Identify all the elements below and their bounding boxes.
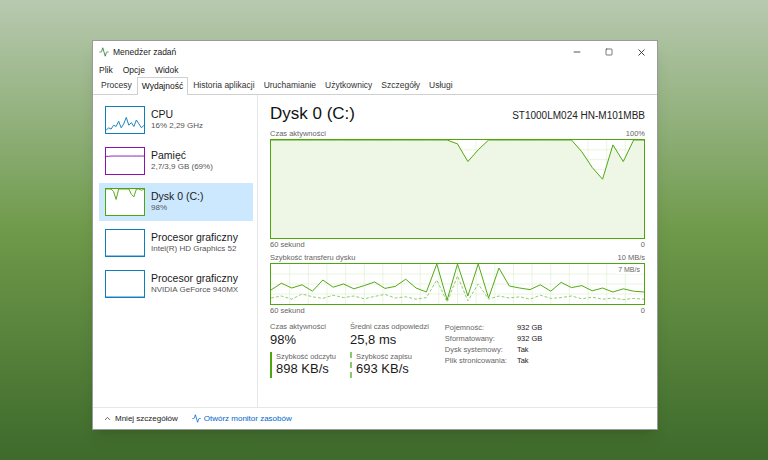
- property-label: Sformatowany:: [445, 333, 507, 344]
- sidebar-item-detail: Intel(R) HD Graphics 52: [151, 244, 238, 254]
- property-value: 932 GB: [517, 333, 542, 344]
- property-label: Dysk systemowy:: [445, 344, 507, 355]
- activity-graph-icon: [271, 140, 644, 238]
- detail-panel: Dysk 0 (C:) ST1000LM024 HN-M101MBB Czas ak…: [258, 95, 657, 407]
- stat-label: Średni czas odpowiedzi: [350, 322, 429, 331]
- stat: Czas aktywności98%: [270, 322, 336, 348]
- thumbnail-graph: [105, 147, 145, 175]
- transfer-chart: Szybkość transferu dysku 10 MB/s 7 MB/s 60 …: [270, 252, 645, 316]
- chart-grid: [271, 140, 644, 238]
- panel-title: Dysk 0 (C:): [270, 101, 355, 127]
- menu-item[interactable]: Plik: [99, 64, 113, 77]
- resource-monitor-link[interactable]: Otwórz monitor zasobów: [192, 413, 292, 425]
- thumbnail-graph: [105, 229, 145, 257]
- stat: Szybkość zapisu693 KB/s: [350, 352, 429, 378]
- stat: Średni czas odpowiedzi25,8 ms: [350, 322, 429, 348]
- sidebar-item-name: Procesor graficzny: [151, 272, 238, 285]
- sidebar-item-detail: NVIDIA GeForce 940MX: [151, 285, 238, 295]
- mini-graph-icon: [106, 271, 144, 297]
- thumbnail-graph: [105, 188, 145, 216]
- tab[interactable]: Użytkownicy: [321, 77, 376, 94]
- property-label: Plik stronicowania:: [445, 355, 507, 366]
- menu-item[interactable]: Opcje: [123, 64, 145, 77]
- stat-value: 693 KB/s: [356, 361, 429, 377]
- stat-label: Szybkość zapisu: [356, 352, 429, 361]
- tab[interactable]: Wydajność: [137, 77, 189, 95]
- mini-graph-icon: [106, 148, 144, 174]
- mini-graph-icon: [106, 107, 144, 133]
- menu-bar: Plik Opcje Widok: [93, 63, 657, 77]
- close-button[interactable]: [625, 41, 657, 63]
- sidebar: CPU16% 2,29 GHzPamięć2,7/3,9 GB (69%)Dys…: [93, 95, 258, 407]
- sidebar-item-name: Pamięć: [151, 149, 213, 162]
- sidebar-item[interactable]: Procesor graficznyNVIDIA GeForce 940MX: [99, 265, 253, 303]
- property-value: Tak: [517, 344, 542, 355]
- stat-label: Szybkość odczytu: [276, 352, 336, 361]
- chart-x-label: 60 sekund: [270, 305, 305, 316]
- activity-chart: Czas aktywności 100% 60 sekund 0: [270, 128, 645, 250]
- sidebar-item-name: Procesor graficzny: [151, 231, 238, 244]
- stat: Szybkość odczytu898 KB/s: [270, 352, 336, 378]
- chart-x-end: 0: [641, 305, 645, 316]
- stats-area: Czas aktywności98% Średni czas odpowiedzi…: [270, 318, 645, 377]
- app-icon: [99, 47, 109, 57]
- maximize-button[interactable]: [593, 41, 625, 63]
- sidebar-item-name: CPU: [151, 108, 203, 121]
- mini-graph-icon: [106, 230, 144, 256]
- stat-value: 25,8 ms: [350, 332, 429, 348]
- disk-model: ST1000LM024 HN-M101MBB: [512, 108, 645, 123]
- stat-label: Czas aktywności: [270, 322, 336, 331]
- sidebar-item[interactable]: Pamięć2,7/3,9 GB (69%): [99, 142, 253, 180]
- transfer-graph-icon: [271, 264, 644, 304]
- sidebar-item-name: Dysk 0 (C:): [151, 190, 204, 203]
- sidebar-item-detail: 16% 2,29 GHz: [151, 121, 203, 131]
- sidebar-item-detail: 2,7/3,9 GB (69%): [151, 162, 213, 172]
- window-title: Menedżer zadań: [113, 46, 176, 59]
- title-bar: Menedżer zadań: [93, 41, 657, 63]
- chart-title: Czas aktywności: [270, 128, 326, 139]
- stat-value: 98%: [270, 332, 336, 348]
- sidebar-item-detail: 98%: [151, 203, 204, 213]
- monitor-icon: [192, 414, 201, 423]
- desktop: Menedżer zadańPlikOpcjeWidokProcesyWydaj…: [0, 0, 768, 460]
- close-icon: [636, 47, 647, 58]
- chart-x-label: 60 sekund: [270, 239, 305, 250]
- chart-title: Szybkość transferu dysku: [270, 252, 355, 263]
- tab[interactable]: Historia aplikacji: [189, 77, 258, 94]
- menu-item[interactable]: Widok: [155, 64, 179, 77]
- property-value: 932 GB: [517, 322, 542, 333]
- less-details-button[interactable]: Mniej szczegółów: [103, 413, 178, 425]
- chart-max-label: 100%: [626, 128, 645, 139]
- maximize-icon: [605, 48, 613, 56]
- stat-value: 898 KB/s: [276, 361, 336, 377]
- tab[interactable]: Usługi: [425, 77, 457, 94]
- properties: Pojemność: 932 GB Sformatowany: 932 GB Dysk …: [445, 322, 543, 377]
- property-value: Tak: [517, 355, 542, 366]
- chart-grid: [271, 264, 644, 304]
- thumbnail-graph: [105, 270, 145, 298]
- mini-graph-icon: [106, 189, 144, 215]
- chart-max-label: 10 MB/s: [617, 252, 645, 263]
- chart-x-end: 0: [641, 239, 645, 250]
- tab-bar: ProcesyWydajnośćHistoria aplikacjiUrucha…: [93, 77, 657, 95]
- chevron-up-icon: [103, 414, 112, 423]
- footer: Mniej szczegółów Otwórz monitor zasobów: [93, 407, 657, 429]
- tab[interactable]: Procesy: [97, 77, 136, 94]
- chart-mark-label: 7 MB/s: [617, 265, 641, 274]
- tab[interactable]: Szczegóły: [377, 77, 424, 94]
- sidebar-item[interactable]: Procesor graficznyIntel(R) HD Graphics 5…: [99, 224, 253, 262]
- minimize-icon: [572, 47, 582, 57]
- sidebar-item[interactable]: Dysk 0 (C:)98%: [99, 183, 253, 221]
- tab[interactable]: Uruchamianie: [260, 77, 320, 94]
- thumbnail-graph: [105, 106, 145, 134]
- minimize-button[interactable]: [561, 41, 593, 63]
- sidebar-item[interactable]: CPU16% 2,29 GHz: [99, 101, 253, 139]
- property-label: Pojemność:: [445, 322, 507, 333]
- task-manager-window: Menedżer zadańPlikOpcjeWidokProcesyWydaj…: [92, 40, 658, 430]
